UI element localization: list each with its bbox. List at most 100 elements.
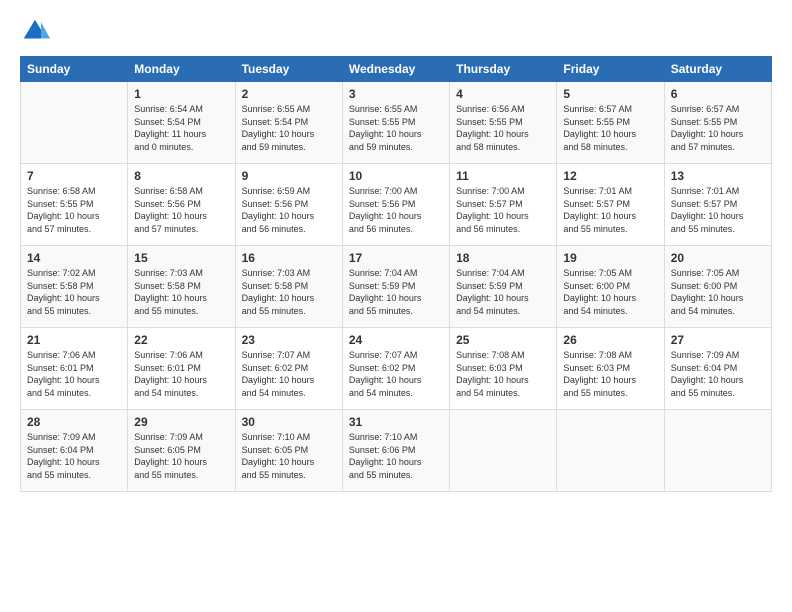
day-number: 1 <box>134 87 228 101</box>
week-row-4: 28 Sunrise: 7:09 AM Sunset: 6:04 PM Dayli… <box>21 410 772 492</box>
day-info: Sunrise: 7:01 AM Sunset: 5:57 PM Dayligh… <box>563 185 657 235</box>
day-number: 9 <box>242 169 336 183</box>
day-cell: 18 Sunrise: 7:04 AM Sunset: 5:59 PM Dayli… <box>450 246 557 328</box>
day-number: 25 <box>456 333 550 347</box>
day-info: Sunrise: 7:05 AM Sunset: 6:00 PM Dayligh… <box>671 267 765 317</box>
day-cell: 12 Sunrise: 7:01 AM Sunset: 5:57 PM Dayli… <box>557 164 664 246</box>
day-number: 12 <box>563 169 657 183</box>
day-info: Sunrise: 7:05 AM Sunset: 6:00 PM Dayligh… <box>563 267 657 317</box>
day-info: Sunrise: 7:08 AM Sunset: 6:03 PM Dayligh… <box>563 349 657 399</box>
day-cell: 2Sunrise: 6:55 AM Sunset: 5:54 PM Daylig… <box>235 82 342 164</box>
day-number: 3 <box>349 87 443 101</box>
day-info: Sunrise: 7:06 AM Sunset: 6:01 PM Dayligh… <box>134 349 228 399</box>
day-info: Sunrise: 7:04 AM Sunset: 5:59 PM Dayligh… <box>456 267 550 317</box>
day-number: 17 <box>349 251 443 265</box>
day-cell: 16 Sunrise: 7:03 AM Sunset: 5:58 PM Dayli… <box>235 246 342 328</box>
day-number: 13 <box>671 169 765 183</box>
week-row-2: 14 Sunrise: 7:02 AM Sunset: 5:58 PM Dayli… <box>21 246 772 328</box>
week-row-1: 7 Sunrise: 6:58 AM Sunset: 5:55 PM Daylig… <box>21 164 772 246</box>
day-number: 15 <box>134 251 228 265</box>
day-cell: 19Sunrise: 7:05 AM Sunset: 6:00 PM Dayli… <box>557 246 664 328</box>
day-number: 31 <box>349 415 443 429</box>
day-info: Sunrise: 7:07 AM Sunset: 6:02 PM Dayligh… <box>349 349 443 399</box>
day-cell: 31 Sunrise: 7:10 AM Sunset: 6:06 PM Dayli… <box>342 410 449 492</box>
header-cell-tuesday: Tuesday <box>235 57 342 82</box>
day-info: Sunrise: 7:02 AM Sunset: 5:58 PM Dayligh… <box>27 267 121 317</box>
day-cell: 14 Sunrise: 7:02 AM Sunset: 5:58 PM Dayli… <box>21 246 128 328</box>
day-number: 28 <box>27 415 121 429</box>
day-cell <box>21 82 128 164</box>
day-number: 24 <box>349 333 443 347</box>
day-info: Sunrise: 7:00 AM Sunset: 5:57 PM Dayligh… <box>456 185 550 235</box>
day-cell: 8 Sunrise: 6:58 AM Sunset: 5:56 PM Daylig… <box>128 164 235 246</box>
day-cell: 4 Sunrise: 6:56 AM Sunset: 5:55 PM Daylig… <box>450 82 557 164</box>
day-info: Sunrise: 7:06 AM Sunset: 6:01 PM Dayligh… <box>27 349 121 399</box>
day-info: Sunrise: 6:57 AM Sunset: 5:55 PM Dayligh… <box>563 103 657 153</box>
day-info: Sunrise: 7:03 AM Sunset: 5:58 PM Dayligh… <box>242 267 336 317</box>
day-number: 5 <box>563 87 657 101</box>
day-cell: 22 Sunrise: 7:06 AM Sunset: 6:01 PM Dayli… <box>128 328 235 410</box>
day-number: 8 <box>134 169 228 183</box>
day-cell: 5 Sunrise: 6:57 AM Sunset: 5:55 PM Daylig… <box>557 82 664 164</box>
header-cell-monday: Monday <box>128 57 235 82</box>
day-info: Sunrise: 7:09 AM Sunset: 6:04 PM Dayligh… <box>27 431 121 481</box>
week-row-3: 21Sunrise: 7:06 AM Sunset: 6:01 PM Dayli… <box>21 328 772 410</box>
day-number: 10 <box>349 169 443 183</box>
day-number: 16 <box>242 251 336 265</box>
header-cell-sunday: Sunday <box>21 57 128 82</box>
calendar-body: 1Sunrise: 6:54 AM Sunset: 5:54 PM Daylig… <box>21 82 772 492</box>
day-number: 22 <box>134 333 228 347</box>
day-cell: 3 Sunrise: 6:55 AM Sunset: 5:55 PM Daylig… <box>342 82 449 164</box>
day-number: 30 <box>242 415 336 429</box>
day-info: Sunrise: 7:09 AM Sunset: 6:05 PM Dayligh… <box>134 431 228 481</box>
day-cell: 30 Sunrise: 7:10 AM Sunset: 6:05 PM Dayli… <box>235 410 342 492</box>
day-number: 20 <box>671 251 765 265</box>
logo <box>20 16 52 46</box>
day-info: Sunrise: 7:10 AM Sunset: 6:05 PM Dayligh… <box>242 431 336 481</box>
day-cell: 11 Sunrise: 7:00 AM Sunset: 5:57 PM Dayli… <box>450 164 557 246</box>
day-info: Sunrise: 7:08 AM Sunset: 6:03 PM Dayligh… <box>456 349 550 399</box>
day-number: 27 <box>671 333 765 347</box>
day-info: Sunrise: 7:10 AM Sunset: 6:06 PM Dayligh… <box>349 431 443 481</box>
header <box>20 16 772 46</box>
calendar-header: SundayMondayTuesdayWednesdayThursdayFrid… <box>21 57 772 82</box>
header-row: SundayMondayTuesdayWednesdayThursdayFrid… <box>21 57 772 82</box>
day-cell: 20 Sunrise: 7:05 AM Sunset: 6:00 PM Dayli… <box>664 246 771 328</box>
day-number: 6 <box>671 87 765 101</box>
day-info: Sunrise: 6:57 AM Sunset: 5:55 PM Dayligh… <box>671 103 765 153</box>
header-cell-thursday: Thursday <box>450 57 557 82</box>
day-info: Sunrise: 6:58 AM Sunset: 5:55 PM Dayligh… <box>27 185 121 235</box>
day-info: Sunrise: 7:04 AM Sunset: 5:59 PM Dayligh… <box>349 267 443 317</box>
day-cell: 17 Sunrise: 7:04 AM Sunset: 5:59 PM Dayli… <box>342 246 449 328</box>
day-cell <box>450 410 557 492</box>
day-cell: 28 Sunrise: 7:09 AM Sunset: 6:04 PM Dayli… <box>21 410 128 492</box>
day-info: Sunrise: 6:59 AM Sunset: 5:56 PM Dayligh… <box>242 185 336 235</box>
day-number: 2 <box>242 87 336 101</box>
day-info: Sunrise: 6:55 AM Sunset: 5:55 PM Dayligh… <box>349 103 443 153</box>
day-number: 7 <box>27 169 121 183</box>
logo-icon <box>20 16 50 46</box>
calendar-table: SundayMondayTuesdayWednesdayThursdayFrid… <box>20 56 772 492</box>
day-cell <box>664 410 771 492</box>
header-cell-friday: Friday <box>557 57 664 82</box>
day-cell: 1Sunrise: 6:54 AM Sunset: 5:54 PM Daylig… <box>128 82 235 164</box>
day-cell: 13 Sunrise: 7:01 AM Sunset: 5:57 PM Dayli… <box>664 164 771 246</box>
day-number: 14 <box>27 251 121 265</box>
day-cell: 21Sunrise: 7:06 AM Sunset: 6:01 PM Dayli… <box>21 328 128 410</box>
day-number: 4 <box>456 87 550 101</box>
day-info: Sunrise: 7:07 AM Sunset: 6:02 PM Dayligh… <box>242 349 336 399</box>
day-info: Sunrise: 7:01 AM Sunset: 5:57 PM Dayligh… <box>671 185 765 235</box>
day-info: Sunrise: 7:00 AM Sunset: 5:56 PM Dayligh… <box>349 185 443 235</box>
day-cell: 24 Sunrise: 7:07 AM Sunset: 6:02 PM Dayli… <box>342 328 449 410</box>
day-cell: 6 Sunrise: 6:57 AM Sunset: 5:55 PM Daylig… <box>664 82 771 164</box>
day-number: 29 <box>134 415 228 429</box>
day-info: Sunrise: 7:09 AM Sunset: 6:04 PM Dayligh… <box>671 349 765 399</box>
day-cell: 26Sunrise: 7:08 AM Sunset: 6:03 PM Dayli… <box>557 328 664 410</box>
day-number: 18 <box>456 251 550 265</box>
day-number: 11 <box>456 169 550 183</box>
day-cell: 25 Sunrise: 7:08 AM Sunset: 6:03 PM Dayli… <box>450 328 557 410</box>
day-info: Sunrise: 6:58 AM Sunset: 5:56 PM Dayligh… <box>134 185 228 235</box>
day-info: Sunrise: 6:56 AM Sunset: 5:55 PM Dayligh… <box>456 103 550 153</box>
day-cell: 9 Sunrise: 6:59 AM Sunset: 5:56 PM Daylig… <box>235 164 342 246</box>
day-cell: 15Sunrise: 7:03 AM Sunset: 5:58 PM Dayli… <box>128 246 235 328</box>
